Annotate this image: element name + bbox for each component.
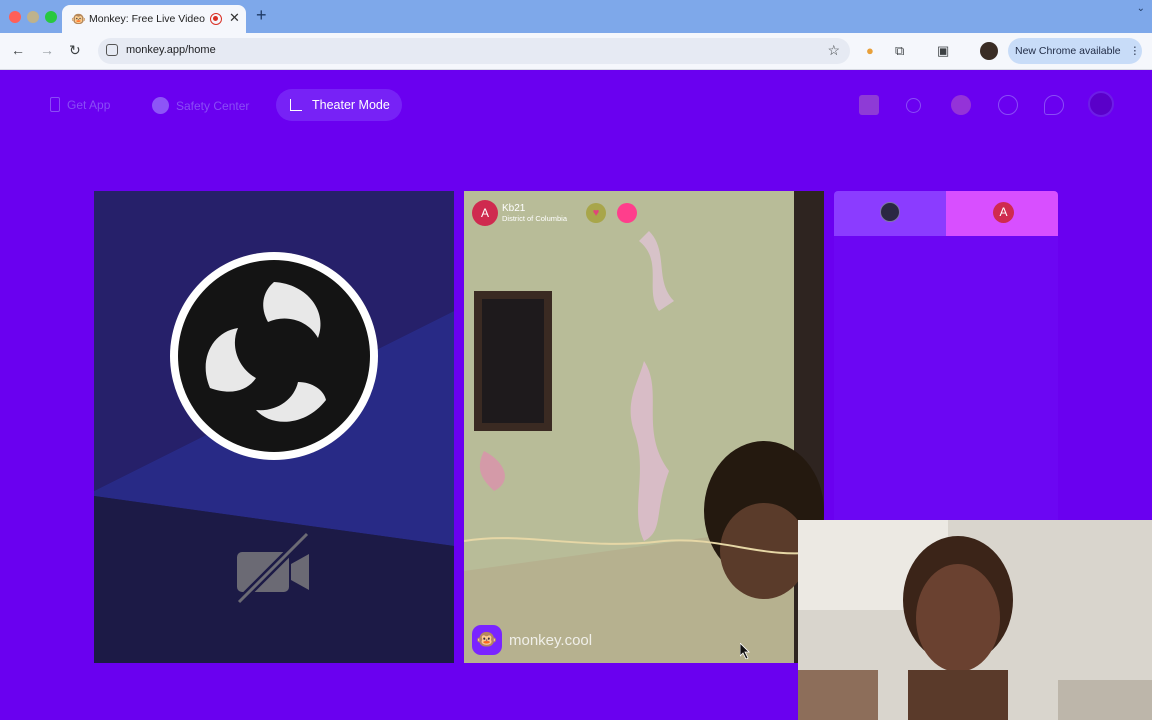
remote-video-panel: A Kb21 District of Columbia ♥ 🐵 monkey.c… — [464, 191, 824, 663]
tab-remote-user[interactable]: A — [946, 191, 1058, 236]
globe-icon[interactable] — [951, 95, 971, 115]
window-maximize-button[interactable] — [45, 11, 57, 23]
self-camera-overlay — [798, 520, 1152, 720]
tab-list-chevron-icon[interactable]: ⌄ — [1137, 3, 1145, 14]
history-icon[interactable] — [998, 95, 1018, 115]
get-app-label: Get App — [67, 97, 111, 112]
extension-icon[interactable]: ● — [866, 43, 874, 58]
shield-icon — [152, 97, 169, 114]
address-bar[interactable]: monkey.app/home ☆ — [98, 38, 850, 64]
monkey-favicon-icon: 🐵 — [71, 12, 86, 26]
remote-user-location: District of Columbia — [502, 213, 568, 223]
obs-small-icon — [880, 202, 900, 222]
theater-mode-button[interactable]: Theater Mode — [276, 89, 402, 121]
window-close-button[interactable] — [9, 11, 21, 23]
new-tab-button[interactable]: + — [256, 5, 267, 26]
self-camera-feed — [798, 520, 1152, 720]
remote-user-info[interactable]: A Kb21 District of Columbia — [472, 199, 632, 227]
cast-icon[interactable]: ▣ — [937, 43, 949, 59]
monkey-app: Get App Safety Center Theater Mode A Kb2… — [0, 70, 1152, 720]
heart-badge-icon[interactable]: ♥ — [586, 203, 606, 223]
search-icon[interactable] — [906, 98, 921, 113]
profile-avatar[interactable] — [980, 42, 998, 60]
window-minimize-button[interactable] — [27, 11, 39, 23]
remote-video-feed — [464, 191, 824, 663]
new-chrome-available-button[interactable]: New Chrome available ⋮ — [1008, 38, 1142, 64]
browser-tab[interactable]: 🐵 Monkey: Free Live Video Chat ✕ — [62, 5, 246, 33]
url-text[interactable]: monkey.app/home — [126, 44, 216, 56]
remote-user-text: Kb21 District of Columbia — [502, 203, 567, 224]
back-icon[interactable]: ← — [11, 42, 25, 58]
obs-logo-icon — [170, 252, 378, 460]
more-menu-icon[interactable]: ⋮ — [1130, 45, 1141, 57]
reload-icon[interactable]: ↻ — [69, 42, 81, 59]
phone-icon — [50, 97, 60, 112]
recording-indicator-icon — [210, 13, 222, 25]
mouse-cursor-icon — [740, 643, 750, 659]
browser-toolbar: ← → ↻ monkey.app/home ☆ ● ⧉ ▣ New Chrome… — [0, 33, 1152, 70]
tab-title: Monkey: Free Live Video Chat — [89, 13, 207, 25]
remote-avatar-small: A — [993, 202, 1014, 223]
new-chrome-label: New Chrome available — [1015, 45, 1121, 57]
monkey-watermark: 🐵 monkey.cool — [472, 625, 592, 655]
watermark-text: monkey.cool — [509, 631, 593, 649]
site-camera-icon[interactable] — [106, 44, 118, 56]
expand-icon — [290, 99, 302, 111]
bookmark-star-icon[interactable]: ☆ — [827, 42, 840, 59]
tab-close-icon[interactable]: ✕ — [229, 10, 240, 26]
tab-self[interactable] — [834, 191, 946, 236]
theater-mode-label: Theater Mode — [312, 98, 390, 112]
extensions-puzzle-icon[interactable]: ⧉ — [895, 43, 904, 59]
browser-tab-strip: 🐵 Monkey: Free Live Video Chat ✕ + ⌄ — [0, 0, 1152, 33]
camera-off-icon — [236, 531, 310, 605]
get-app-link[interactable]: Get App — [50, 97, 110, 112]
shop-icon[interactable] — [859, 95, 879, 115]
safety-center-link[interactable]: Safety Center — [152, 97, 249, 114]
safety-center-label: Safety Center — [176, 98, 250, 113]
forward-icon[interactable]: → — [40, 42, 54, 58]
remote-user-avatar[interactable]: A — [472, 200, 498, 226]
profile-icon[interactable] — [1088, 91, 1114, 117]
user-badge-icon[interactable] — [617, 203, 637, 223]
remote-user-name: Kb21 — [502, 202, 526, 214]
chat-icon[interactable] — [1044, 95, 1064, 115]
monkey-logo-icon: 🐵 — [472, 625, 502, 655]
